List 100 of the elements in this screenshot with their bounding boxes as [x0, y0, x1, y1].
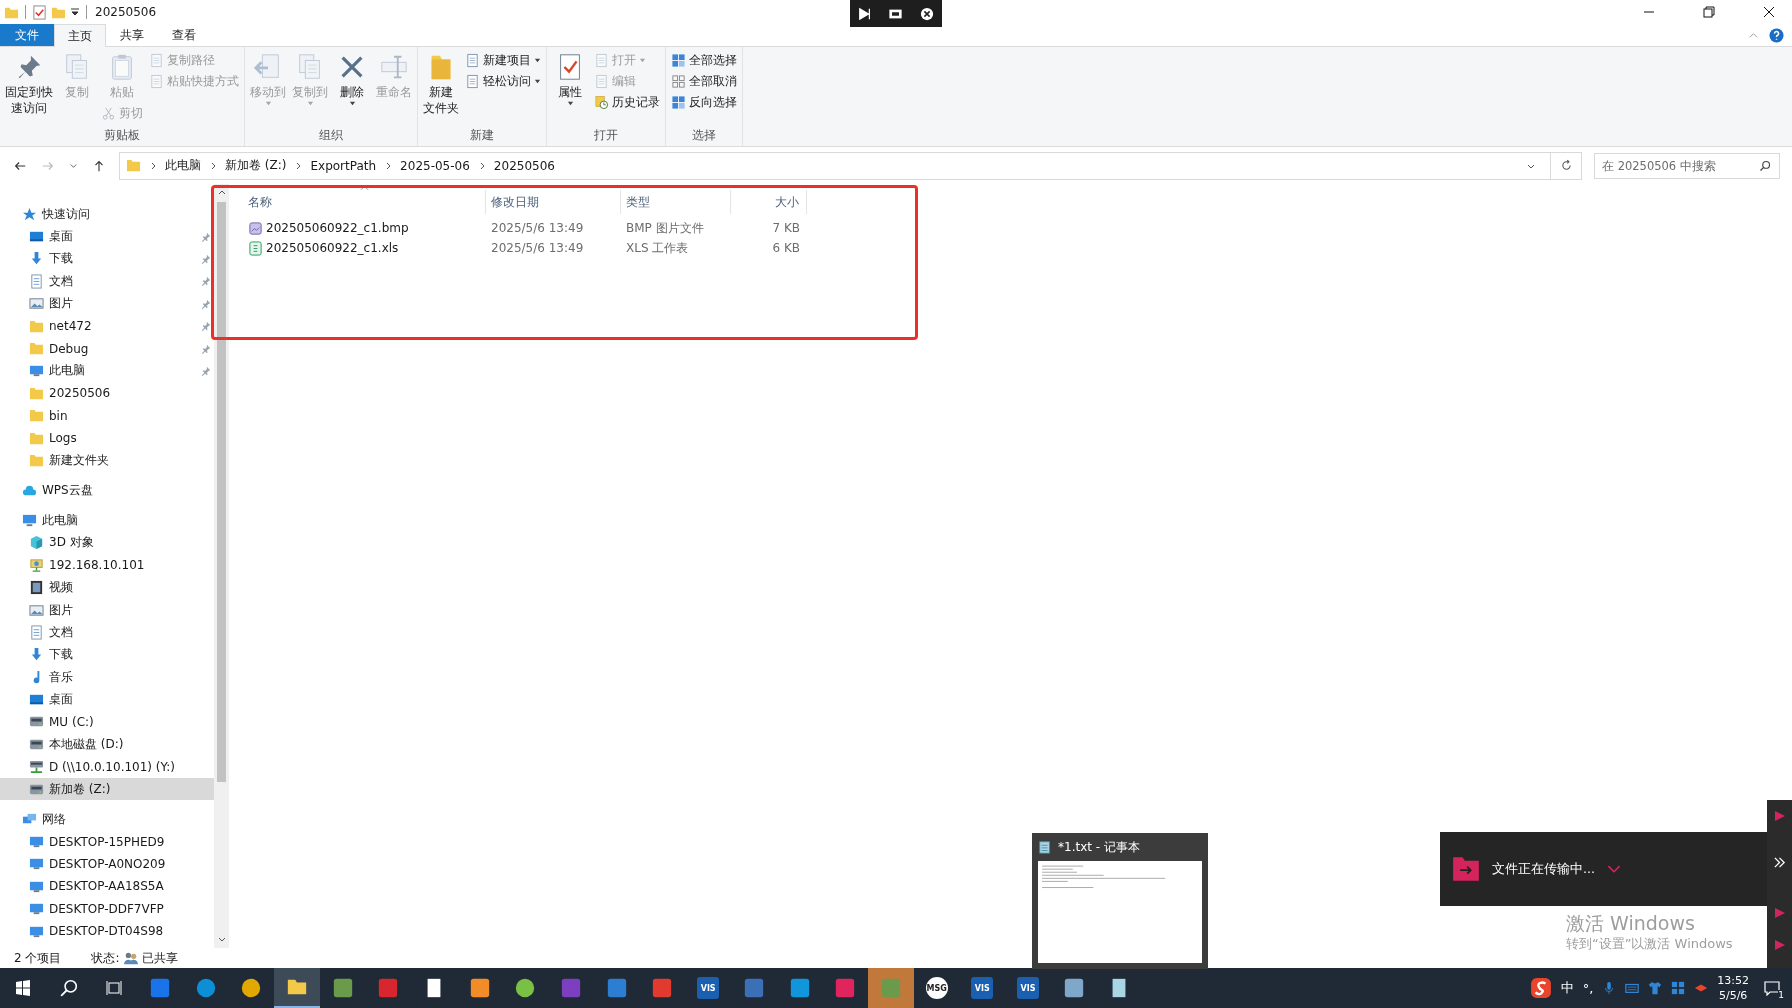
close-icon[interactable] [919, 6, 934, 21]
chevron-icon[interactable] [149, 161, 157, 170]
nav-item[interactable]: 3D 对象 [0, 531, 214, 555]
transfer-toast[interactable]: 文件正在传输中... [1440, 832, 1767, 906]
nav-item[interactable]: 文档 [0, 621, 214, 644]
search-field[interactable]: 在 20250506 中搜索 [1594, 152, 1780, 179]
caret-icon[interactable] [70, 7, 80, 17]
chevron-down-icon[interactable] [69, 161, 78, 170]
nav-item[interactable]: MU (C:) [0, 710, 214, 734]
breadcrumb[interactable]: 2025-05-06 [400, 158, 470, 173]
nav-item[interactable]: 192.168.10.101 [0, 554, 214, 577]
nav-item[interactable]: 视频 [0, 576, 214, 599]
file-row[interactable]: 202505060922_c1.xls 2025/5/6 13:49 XLS 工作表 6 KB [229, 238, 807, 258]
nav-item[interactable]: 网络 [0, 807, 214, 831]
flag-icon[interactable] [1773, 810, 1786, 822]
ribbon-button[interactable]: 全部取消 [669, 71, 739, 91]
column-header[interactable]: 类型 [621, 190, 731, 214]
ribbon-button[interactable]: 新建项目 [463, 50, 543, 70]
nav-item[interactable]: D (\\10.0.10.101) (Y:) [0, 755, 214, 778]
pin-icon[interactable] [201, 298, 211, 309]
chevron-icon[interactable] [209, 161, 217, 170]
nav-item[interactable]: 音乐 [0, 666, 214, 689]
scroll-thumb[interactable] [217, 202, 226, 782]
notepad-preview[interactable]: *1.txt - 记事本 [1032, 833, 1208, 969]
nav-item[interactable]: 桌面 [0, 688, 214, 711]
check-document-icon[interactable] [32, 4, 47, 20]
pin-icon[interactable] [201, 276, 211, 287]
nav-item[interactable]: DESKTOP-DDF7VFP [0, 897, 214, 920]
shirt-icon[interactable] [1648, 981, 1663, 995]
help-icon[interactable] [1769, 27, 1784, 43]
nav-item[interactable]: 快速访问 [0, 203, 214, 226]
nav-item[interactable]: DESKTOP-AA18S5A [0, 875, 214, 898]
nav-item[interactable]: bin [0, 404, 214, 427]
breadcrumb[interactable]: 此电脑 [165, 157, 201, 174]
column-header[interactable]: 名称 [229, 190, 486, 214]
nav-item[interactable]: 下载 [0, 247, 214, 271]
breadcrumb[interactable]: 新加卷 (Z:) [225, 157, 287, 174]
punctuation-mode[interactable]: °, [1582, 980, 1594, 996]
search-icon[interactable] [1759, 159, 1771, 172]
input-mode[interactable]: 中 [1560, 979, 1574, 997]
column-header[interactable]: 大小 [731, 190, 807, 214]
file-row[interactable]: 202505060922_c1.bmp 2025/5/6 13:49 BMP 图片文件 7 KB [229, 218, 807, 238]
pin-icon[interactable] [201, 365, 211, 376]
flag-icon[interactable] [1773, 939, 1786, 951]
nav-item[interactable]: DESKTOP-15PHED9 [0, 830, 214, 853]
ribbon-tab[interactable]: 共享 [106, 24, 158, 46]
ribbon-tab[interactable]: 主页 [54, 24, 106, 47]
ribbon-button[interactable]: 新建 文件夹 [421, 50, 461, 118]
ribbon-tab[interactable]: 查看 [158, 24, 210, 46]
nav-item[interactable]: 此电脑 [0, 509, 214, 532]
nav-item[interactable]: 本地磁盘 (D:) [0, 733, 214, 756]
chevron-down-icon[interactable] [1606, 864, 1621, 874]
address-bar[interactable]: 此电脑 新加卷 (Z:) ExportPath 2025-05-06 20250506 [119, 151, 1551, 180]
taskbar-button[interactable]: VIS [1005, 968, 1051, 1008]
ribbon-button[interactable]: 删除 [332, 50, 372, 109]
column-header[interactable]: 修改日期 [486, 190, 621, 214]
nav-item[interactable]: 文档 [0, 270, 214, 293]
nav-item[interactable]: Logs [0, 426, 214, 450]
nav-item[interactable]: 桌面 [0, 225, 214, 248]
pin-icon[interactable] [201, 231, 211, 242]
clock-time[interactable]: 13:52 [1717, 973, 1749, 988]
nav-item[interactable]: 图片 [0, 292, 214, 315]
scrollbar[interactable] [214, 184, 229, 948]
nav-item[interactable]: 20250506 [0, 382, 214, 405]
nav-item[interactable]: 新建文件夹 [0, 449, 214, 472]
nav-item[interactable]: WPS云盘 [0, 479, 214, 502]
nav-item[interactable]: Debug [0, 337, 214, 360]
chevron-icon[interactable] [384, 161, 393, 170]
up-arrow-icon[interactable] [92, 158, 106, 173]
nav-item[interactable]: DESKTOP-DT04S98 [0, 919, 214, 943]
pin-icon[interactable] [201, 253, 211, 264]
nav-item[interactable]: 此电脑 [0, 359, 214, 383]
breadcrumb[interactable]: ExportPath [310, 158, 377, 173]
double-chevron-icon[interactable] [1773, 856, 1786, 869]
pin-icon[interactable] [201, 343, 211, 354]
ribbon-button[interactable]: 固定到快 速访问 [3, 50, 55, 118]
nav-item[interactable]: net472 [0, 314, 214, 338]
nav-item[interactable]: 新加卷 (Z:) [0, 777, 214, 801]
ribbon-button[interactable]: 全部选择 [669, 50, 739, 70]
ribbon-button[interactable]: 轻松访问 [463, 71, 543, 91]
nav-item[interactable]: 下载 [0, 643, 214, 666]
pin-icon[interactable] [201, 321, 211, 332]
nav-item[interactable]: 图片 [0, 598, 214, 622]
taskbar-button[interactable]: VIS [685, 968, 731, 1008]
ribbon-button[interactable]: 反向选择 [669, 92, 739, 112]
taskbar-button[interactable]: MSG [913, 968, 960, 1008]
ribbon-button[interactable]: 属性 [550, 50, 590, 109]
chevron-icon[interactable] [294, 161, 303, 170]
grid-icon[interactable] [1671, 981, 1686, 995]
notification-button[interactable]: 1 [1758, 968, 1786, 1008]
nav-item[interactable]: DESKTOP-A0NO209 [0, 852, 214, 876]
refresh-button[interactable] [1551, 151, 1582, 180]
breadcrumb[interactable]: 20250506 [493, 158, 555, 173]
ime-logo-icon[interactable] [1529, 977, 1552, 999]
ribbon-tab[interactable]: 文件 [0, 24, 54, 46]
flag-icon[interactable] [1773, 907, 1786, 919]
clock-date[interactable]: 5/5/6 [1718, 988, 1748, 1003]
keyboard-icon[interactable] [1625, 981, 1640, 995]
taskbar-button[interactable]: VIS [959, 968, 1006, 1008]
ribbon-button[interactable]: 历史记录 [592, 92, 662, 112]
